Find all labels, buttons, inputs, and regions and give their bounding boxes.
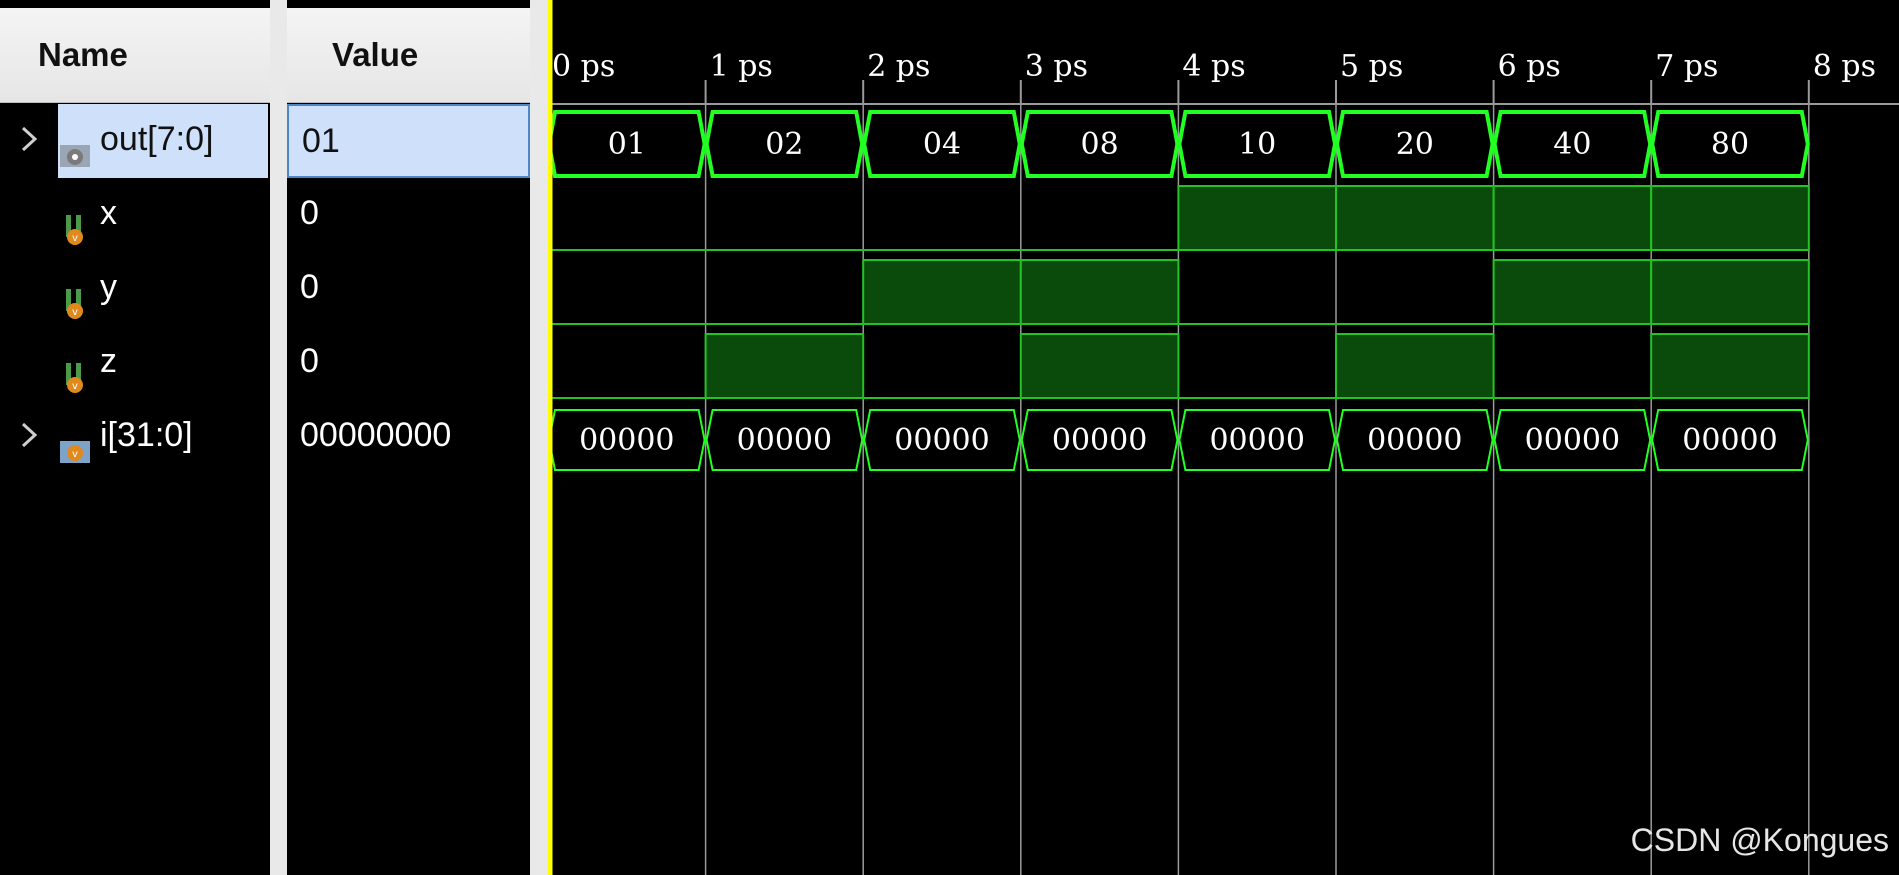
y-high-segment <box>1650 259 1810 325</box>
i-bus-value: 00000 <box>894 423 989 458</box>
out-bus-value: 08 <box>1081 127 1119 162</box>
z-high-segment <box>1650 333 1810 399</box>
value-column-header[interactable]: Value <box>287 8 530 103</box>
out-bus-value: 02 <box>765 127 803 162</box>
x-high-segment <box>1492 185 1653 251</box>
column-splitter[interactable] <box>270 0 287 875</box>
signal-name-label: out[7:0] <box>100 119 214 158</box>
time-tick-label: 6 ps <box>1498 49 1561 84</box>
i-bus-value: 00000 <box>1209 423 1304 458</box>
signal-value-i: 00000000 <box>300 415 452 454</box>
time-tick-label: 2 ps <box>867 49 930 84</box>
time-tick-label: 7 ps <box>1655 49 1718 84</box>
out-bus-value: 20 <box>1396 127 1434 162</box>
time-tick-label: 3 ps <box>1025 49 1088 84</box>
y-high-segment <box>1492 259 1653 325</box>
chevron-right-icon[interactable] <box>14 119 44 159</box>
signal-value-out: 01 <box>287 104 530 178</box>
value-header-label: Value <box>332 36 419 73</box>
time-tick-label: 1 ps <box>710 49 773 84</box>
x-high-segment <box>1177 185 1338 251</box>
y-high-segment <box>862 259 1022 325</box>
z-high-segment <box>1335 333 1495 399</box>
signal-name-label: y <box>100 267 117 306</box>
signal-value-y: 0 <box>300 267 319 306</box>
signal-name-label: x <box>100 193 117 232</box>
i-bus-value: 00000 <box>1367 423 1462 458</box>
signal-row-z[interactable]: vz <box>0 326 270 396</box>
signal-row-y[interactable]: vy <box>0 252 270 322</box>
out-bus-value: 10 <box>1238 127 1276 162</box>
x-high-segment <box>1650 185 1810 251</box>
i-bus-value: 00000 <box>1682 423 1777 458</box>
waveform-canvas[interactable]: 0 ps 1 ps 2 ps 3 ps 4 ps 5 ps 6 ps 7 ps 8 ps 01 02… <box>548 0 1899 875</box>
svg-text:v: v <box>72 307 78 318</box>
y-high-segment <box>1019 259 1180 325</box>
z-high-segment <box>1019 333 1180 399</box>
i-bus-value: 00000 <box>737 423 832 458</box>
time-tick-label: 8 ps <box>1813 49 1876 84</box>
time-tick-label: 0 ps <box>552 49 615 84</box>
signal-value-z: 0 <box>300 341 319 380</box>
watermark: CSDN @Kongues <box>1630 822 1889 858</box>
x-high-segment <box>1335 185 1495 251</box>
signal-row-x[interactable]: vx <box>0 178 270 248</box>
out-bus-value: 01 <box>608 127 646 162</box>
value-column: Value 01 0 0 0 00000000 <box>287 0 530 875</box>
out-bus-value: 80 <box>1711 127 1749 162</box>
svg-text:v: v <box>72 233 78 244</box>
name-column: Name out[7:0] v x v y v z v i[31:0] <box>0 0 270 875</box>
signal-name-label: z <box>100 341 117 380</box>
i-bus-value: 00000 <box>579 423 674 458</box>
svg-text:v: v <box>72 381 78 392</box>
chevron-right-icon[interactable] <box>14 415 44 455</box>
svg-text:v: v <box>72 449 78 460</box>
signal-value-x: 0 <box>300 193 319 232</box>
time-tick-label: 4 ps <box>1182 49 1245 84</box>
wave-splitter[interactable] <box>530 0 548 875</box>
signal-row-out[interactable]: out[7:0] <box>0 104 270 178</box>
z-high-segment <box>704 333 865 399</box>
name-column-header[interactable]: Name <box>0 8 270 103</box>
out-bus-value: 04 <box>923 127 961 162</box>
time-tick-label: 5 ps <box>1340 49 1403 84</box>
out-bus-value: 40 <box>1553 127 1591 162</box>
signal-row-i[interactable]: v i[31:0] <box>0 400 270 470</box>
i-bus-value: 00000 <box>1525 423 1620 458</box>
signal-name-label: i[31:0] <box>100 415 193 454</box>
name-header-label: Name <box>38 36 128 73</box>
i-bus-value: 00000 <box>1052 423 1147 458</box>
